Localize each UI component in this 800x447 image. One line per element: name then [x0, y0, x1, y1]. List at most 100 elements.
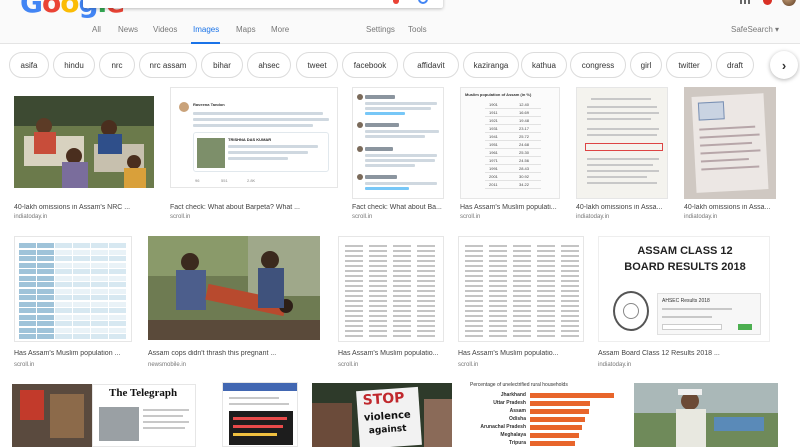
- table-cell: [369, 305, 387, 307]
- table-cell: [537, 305, 555, 307]
- table-cell: [109, 243, 126, 248]
- chip-twitter[interactable]: twitter: [666, 52, 712, 78]
- table-cell: [417, 285, 435, 287]
- result-caption[interactable]: Fact check: What about Ba...: [352, 204, 444, 211]
- result-source[interactable]: indiatoday.in: [576, 214, 609, 220]
- chip-girl[interactable]: girl: [630, 52, 662, 78]
- result-image[interactable]: [148, 236, 320, 340]
- result-source[interactable]: scroll.in: [14, 362, 34, 368]
- tab-videos[interactable]: Videos: [153, 25, 177, 34]
- table-cell: [537, 275, 555, 277]
- result-caption[interactable]: 40-lakh omissions in Assam's NRC ...: [14, 204, 154, 211]
- table-cell: [537, 245, 555, 247]
- notifications-icon[interactable]: [763, 0, 772, 5]
- table-cell: [345, 285, 363, 287]
- tab-all[interactable]: All: [92, 25, 101, 34]
- paper-photo: [691, 93, 769, 193]
- highlight-box: [585, 143, 663, 151]
- result-source[interactable]: indiatoday.in: [598, 362, 631, 368]
- tab-images[interactable]: Images: [193, 25, 219, 34]
- result-image[interactable]: The Telegraph: [92, 384, 196, 447]
- table-cell: [513, 260, 531, 262]
- chip-affidavit[interactable]: affidavit: [403, 52, 459, 78]
- result-caption[interactable]: Has Assam's Muslim population ...: [14, 350, 132, 357]
- result-caption[interactable]: Has Assam's Muslim populatio...: [458, 350, 584, 357]
- table-cell: [513, 315, 531, 317]
- result-source[interactable]: newsmobile.in: [148, 362, 186, 368]
- result-image[interactable]: [684, 87, 776, 199]
- result-source[interactable]: scroll.in: [458, 362, 478, 368]
- table-cell: [489, 315, 507, 317]
- table-cell: [417, 245, 435, 247]
- table-cell: [417, 270, 435, 272]
- result-image[interactable]: [14, 96, 154, 188]
- chip-hindu[interactable]: hindu: [53, 52, 95, 78]
- table-cell: [369, 330, 387, 332]
- result-caption[interactable]: Has Assam's Muslim populati...: [460, 204, 560, 211]
- tab-tools[interactable]: Tools: [408, 25, 427, 34]
- result-source[interactable]: scroll.in: [170, 214, 190, 220]
- table-cell: [417, 295, 435, 297]
- table-cell: [73, 321, 90, 326]
- result-image[interactable]: [576, 87, 668, 199]
- chip-draft[interactable]: draft: [716, 52, 754, 78]
- table-cell: [345, 325, 363, 327]
- result-caption[interactable]: Assam Board Class 12 Results 2018 ...: [598, 350, 770, 357]
- table-title: Muslim population of Assam (in %): [465, 92, 532, 97]
- result-source[interactable]: indiatoday.in: [14, 214, 47, 220]
- result-image[interactable]: ASSAM CLASS 12 BOARD RESULTS 2018 AHSEC …: [598, 236, 770, 342]
- table-rule: [485, 116, 541, 117]
- table-cell: [345, 255, 363, 257]
- chip-facebook[interactable]: facebook: [342, 52, 398, 78]
- tab-news[interactable]: News: [118, 25, 138, 34]
- chevron-right-icon[interactable]: ›: [770, 51, 798, 79]
- chip-ahsec[interactable]: ahsec: [247, 52, 291, 78]
- result-caption[interactable]: 40-lakh omissions in Assa...: [576, 204, 668, 211]
- table-cell: [73, 334, 90, 339]
- apps-grid-icon[interactable]: [740, 0, 750, 4]
- chip-tweet[interactable]: tweet: [296, 52, 338, 78]
- table-cell: [561, 275, 579, 277]
- result-image[interactable]: [14, 236, 132, 342]
- result-image[interactable]: [222, 382, 298, 447]
- search-input[interactable]: [83, 0, 443, 8]
- result-image[interactable]: [458, 236, 584, 342]
- bar-chart-title: Percentage of unelectrified rural househ…: [470, 382, 568, 388]
- chip-nrc-assam[interactable]: nrc assam: [139, 52, 197, 78]
- result-source[interactable]: indiatoday.in: [684, 214, 717, 220]
- chip-asifa[interactable]: asifa: [9, 52, 49, 78]
- chip-nrc[interactable]: nrc: [99, 52, 135, 78]
- result-image[interactable]: [352, 87, 444, 199]
- result-image[interactable]: [12, 384, 92, 447]
- result-caption[interactable]: 40-lakh omissions in Assa...: [684, 204, 776, 211]
- result-source[interactable]: scroll.in: [460, 214, 480, 220]
- result-source[interactable]: scroll.in: [352, 214, 372, 220]
- table-cell: [465, 250, 483, 252]
- result-image[interactable]: [338, 236, 444, 342]
- result-image[interactable]: Muslim population of Assam (in %) 1901 12…: [460, 87, 560, 199]
- chip-bihar[interactable]: bihar: [201, 52, 243, 78]
- result-source[interactable]: scroll.in: [338, 362, 358, 368]
- table-cell: [73, 262, 90, 268]
- chip-congress[interactable]: congress: [570, 52, 626, 78]
- tab-settings[interactable]: Settings: [366, 25, 395, 34]
- safesearch-toggle[interactable]: SafeSearch ▾: [731, 25, 779, 34]
- result-image[interactable]: STOP violence against: [312, 383, 452, 447]
- table-cell: [393, 280, 411, 282]
- result-caption[interactable]: Assam cops didn't thrash this pregnant .…: [148, 350, 320, 357]
- table-cell-value: 19.48: [519, 118, 530, 123]
- table-cell: [513, 335, 531, 337]
- result-caption[interactable]: Has Assam's Muslim populatio...: [338, 350, 444, 357]
- table-cell: [537, 320, 555, 322]
- result-image[interactable]: Raveena Tandon TRISHNA DAS KUMAR 96 551 …: [170, 87, 338, 188]
- chip-kaziranga[interactable]: kaziranga: [463, 52, 519, 78]
- result-caption[interactable]: Fact check: What about Barpeta? What ...: [170, 204, 338, 211]
- chip-kathua[interactable]: kathua: [521, 52, 567, 78]
- tab-maps[interactable]: Maps: [236, 25, 256, 34]
- avatar[interactable]: [782, 0, 796, 6]
- table-cell: [561, 295, 579, 297]
- result-image[interactable]: Percentage of unelectrified rural househ…: [466, 382, 622, 447]
- result-image[interactable]: [634, 383, 778, 447]
- tab-more[interactable]: More: [271, 25, 289, 34]
- table-cell-year: 1941: [489, 134, 498, 139]
